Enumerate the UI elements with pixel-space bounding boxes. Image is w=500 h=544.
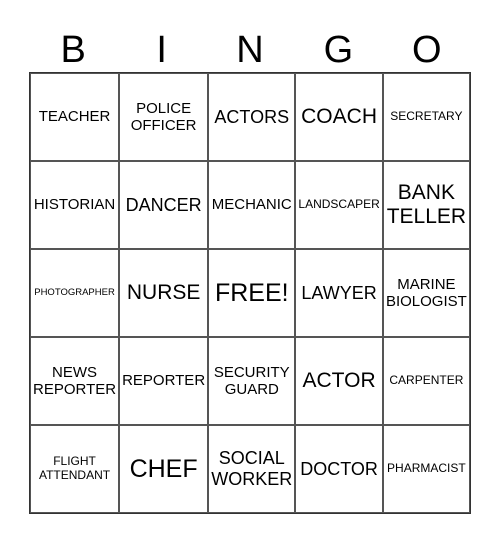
header-letter-g: G bbox=[323, 29, 354, 71]
bingo-cell[interactable]: CARPENTER bbox=[382, 337, 470, 425]
bingo-cell[interactable]: NEWS REPORTER bbox=[30, 337, 120, 425]
bingo-cell[interactable]: PHOTOGRAPHER bbox=[30, 249, 120, 337]
bingo-cell[interactable]: PHARMACIST bbox=[382, 425, 470, 513]
bingo-cell[interactable]: DOCTOR bbox=[295, 425, 383, 513]
bingo-cell[interactable]: DANCER bbox=[119, 161, 209, 249]
bingo-cell[interactable]: HISTORIAN bbox=[30, 161, 120, 249]
bingo-cell[interactable]: NURSE bbox=[119, 249, 209, 337]
free-space-cell[interactable]: FREE! bbox=[208, 249, 296, 337]
bingo-cell[interactable]: MARINE BIOLOGIST bbox=[382, 249, 470, 337]
bingo-cell[interactable]: SECURITY GUARD bbox=[208, 337, 296, 425]
bingo-cell[interactable]: CHEF bbox=[119, 425, 209, 513]
bingo-cell[interactable]: SECRETARY bbox=[382, 73, 470, 161]
bingo-cell[interactable]: REPORTER bbox=[119, 337, 209, 425]
bingo-cell[interactable]: ACTORS bbox=[208, 73, 296, 161]
bingo-cell[interactable]: TEACHER bbox=[30, 73, 120, 161]
bingo-header: B I N G O bbox=[29, 28, 471, 72]
bingo-cell[interactable]: FLIGHT ATTENDANT bbox=[30, 425, 120, 513]
bingo-cell[interactable]: MECHANIC bbox=[208, 161, 296, 249]
header-letter-n: N bbox=[236, 29, 264, 71]
bingo-cell[interactable]: SOCIAL WORKER bbox=[208, 425, 296, 513]
bingo-cell[interactable]: LANDSCAPER bbox=[295, 161, 383, 249]
bingo-cell[interactable]: ACTOR bbox=[295, 337, 383, 425]
header-letter-b: B bbox=[60, 29, 86, 71]
bingo-cell[interactable]: BANK TELLER bbox=[382, 161, 470, 249]
bingo-cell[interactable]: LAWYER bbox=[295, 249, 383, 337]
bingo-cell[interactable]: POLICE OFFICER bbox=[119, 73, 209, 161]
bingo-card-grid: TEACHER POLICE OFFICER ACTORS COACH SECR… bbox=[29, 72, 471, 514]
header-letter-o: O bbox=[412, 29, 442, 71]
header-letter-i: I bbox=[156, 29, 167, 71]
bingo-cell[interactable]: COACH bbox=[295, 73, 383, 161]
